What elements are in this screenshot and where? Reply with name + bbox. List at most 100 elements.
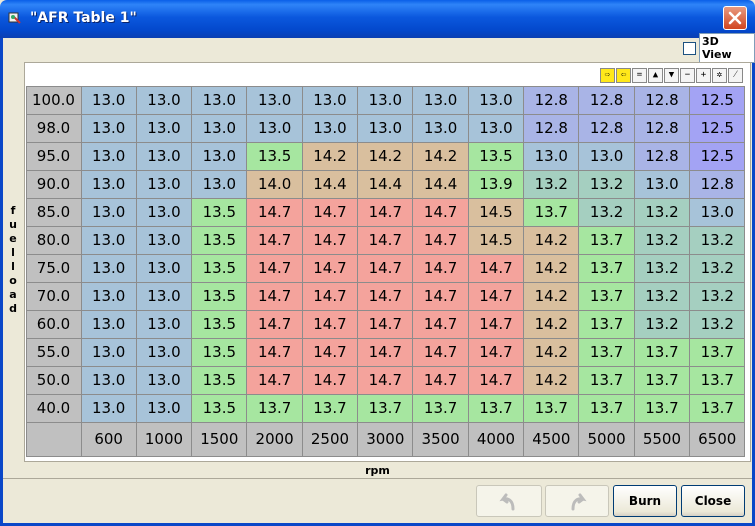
- table-cell[interactable]: 14.7: [357, 365, 414, 395]
- table-cell[interactable]: 13.0: [412, 85, 469, 115]
- table-cell[interactable]: 13.0: [246, 85, 303, 115]
- table-cell[interactable]: 13.0: [80, 85, 137, 115]
- table-cell[interactable]: 14.7: [301, 365, 359, 395]
- table-cell[interactable]: 12.8: [523, 113, 580, 143]
- close-button[interactable]: Close: [681, 485, 745, 517]
- redo-button[interactable]: [545, 485, 609, 517]
- table-cell[interactable]: 13.7: [578, 281, 635, 311]
- table-cell[interactable]: 12.5: [689, 141, 746, 171]
- table-cell[interactable]: 14.7: [412, 197, 469, 227]
- table-cell[interactable]: 13.0: [301, 85, 359, 115]
- table-cell[interactable]: 13.7: [246, 393, 303, 423]
- table-cell[interactable]: 13.7: [578, 337, 635, 367]
- table-cell[interactable]: 12.8: [523, 85, 580, 115]
- table-cell[interactable]: 13.7: [357, 393, 414, 423]
- 3d-view-checkbox[interactable]: [683, 41, 696, 55]
- table-cell[interactable]: 13.7: [578, 225, 635, 255]
- table-cell[interactable]: 13.5: [191, 281, 248, 311]
- table-cell[interactable]: 14.5: [467, 197, 525, 227]
- table-cell[interactable]: 13.0: [135, 253, 193, 283]
- table-cell[interactable]: 13.0: [80, 197, 137, 227]
- table-cell[interactable]: 13.0: [301, 113, 359, 143]
- table-cell[interactable]: 13.2: [633, 225, 691, 255]
- table-cell[interactable]: 14.7: [467, 281, 525, 311]
- table-cell[interactable]: 13.0: [80, 253, 137, 283]
- table-cell[interactable]: 14.7: [467, 337, 525, 367]
- table-cell[interactable]: 13.7: [689, 337, 746, 367]
- table-cell[interactable]: 13.5: [191, 393, 248, 423]
- table-cell[interactable]: 13.2: [633, 309, 691, 339]
- table-cell[interactable]: 14.2: [523, 365, 580, 395]
- table-cell[interactable]: 14.7: [357, 337, 414, 367]
- table-cell[interactable]: 13.2: [633, 253, 691, 283]
- table-cell[interactable]: 14.7: [301, 197, 359, 227]
- triangle-down-icon[interactable]: ▼: [664, 68, 679, 83]
- table-cell[interactable]: 13.7: [412, 393, 469, 423]
- table-cell[interactable]: 13.7: [633, 365, 691, 395]
- table-cell[interactable]: 13.0: [80, 113, 137, 143]
- table-cell[interactable]: 13.0: [135, 197, 193, 227]
- table-cell[interactable]: 13.0: [80, 365, 137, 395]
- table-cell[interactable]: 13.2: [689, 225, 746, 255]
- table-cell[interactable]: 14.7: [246, 197, 303, 227]
- table-cell[interactable]: 13.0: [135, 281, 193, 311]
- table-cell[interactable]: 14.7: [412, 309, 469, 339]
- table-cell[interactable]: 13.9: [467, 169, 525, 199]
- equals-icon[interactable]: =: [632, 68, 647, 83]
- arrow-right-icon[interactable]: ⇨: [600, 68, 615, 83]
- table-cell[interactable]: 14.7: [246, 253, 303, 283]
- table-cell[interactable]: 12.8: [633, 141, 691, 171]
- table-cell[interactable]: 13.0: [135, 85, 193, 115]
- table-cell[interactable]: 13.2: [523, 169, 580, 199]
- table-cell[interactable]: 14.7: [412, 365, 469, 395]
- undo-button[interactable]: [476, 485, 542, 517]
- table-cell[interactable]: 14.2: [523, 337, 580, 367]
- table-cell[interactable]: 13.7: [523, 393, 580, 423]
- table-cell[interactable]: 14.7: [301, 281, 359, 311]
- table-cell[interactable]: 14.7: [246, 309, 303, 339]
- table-cell[interactable]: 13.7: [633, 393, 691, 423]
- table-cell[interactable]: 14.7: [246, 225, 303, 255]
- table-cell[interactable]: 12.8: [633, 113, 691, 143]
- table-cell[interactable]: 13.0: [135, 393, 193, 423]
- table-cell[interactable]: 14.7: [412, 253, 469, 283]
- plus-icon[interactable]: +: [696, 68, 711, 83]
- table-cell[interactable]: 13.0: [135, 365, 193, 395]
- table-cell[interactable]: 14.2: [523, 253, 580, 283]
- table-cell[interactable]: 13.0: [357, 113, 414, 143]
- table-cell[interactable]: 14.7: [246, 365, 303, 395]
- table-cell[interactable]: 13.7: [633, 337, 691, 367]
- table-cell[interactable]: 12.8: [578, 85, 635, 115]
- table-cell[interactable]: 13.5: [191, 337, 248, 367]
- table-cell[interactable]: 13.0: [135, 225, 193, 255]
- table-cell[interactable]: 13.0: [80, 337, 137, 367]
- multiply-icon[interactable]: ✲: [712, 68, 727, 83]
- window-close-button[interactable]: [723, 6, 747, 30]
- table-cell[interactable]: 13.0: [191, 141, 248, 171]
- table-cell[interactable]: 13.0: [80, 225, 137, 255]
- table-cell[interactable]: 13.0: [135, 309, 193, 339]
- table-cell[interactable]: 13.0: [135, 169, 193, 199]
- table-cell[interactable]: 13.5: [191, 309, 248, 339]
- table-cell[interactable]: 13.0: [246, 113, 303, 143]
- table-cell[interactable]: 13.0: [357, 85, 414, 115]
- table-cell[interactable]: 13.2: [633, 281, 691, 311]
- arrow-left-icon[interactable]: ⇦: [616, 68, 631, 83]
- table-cell[interactable]: 14.2: [523, 225, 580, 255]
- table-cell[interactable]: 14.7: [301, 337, 359, 367]
- table-cell[interactable]: 14.7: [357, 309, 414, 339]
- table-cell[interactable]: 14.4: [301, 169, 359, 199]
- table-cell[interactable]: 13.0: [191, 113, 248, 143]
- table-cell[interactable]: 14.2: [301, 141, 359, 171]
- table-cell[interactable]: 12.8: [633, 85, 691, 115]
- table-cell[interactable]: 13.5: [191, 365, 248, 395]
- table-cell[interactable]: 13.0: [191, 169, 248, 199]
- table-cell[interactable]: 13.5: [246, 141, 303, 171]
- table-cell[interactable]: 13.2: [689, 281, 746, 311]
- triangle-up-icon[interactable]: ▲: [648, 68, 663, 83]
- table-cell[interactable]: 14.7: [467, 309, 525, 339]
- burn-button[interactable]: Burn: [613, 485, 677, 517]
- table-cell[interactable]: 14.2: [412, 141, 469, 171]
- table-cell[interactable]: 13.0: [633, 169, 691, 199]
- table-cell[interactable]: 14.7: [412, 281, 469, 311]
